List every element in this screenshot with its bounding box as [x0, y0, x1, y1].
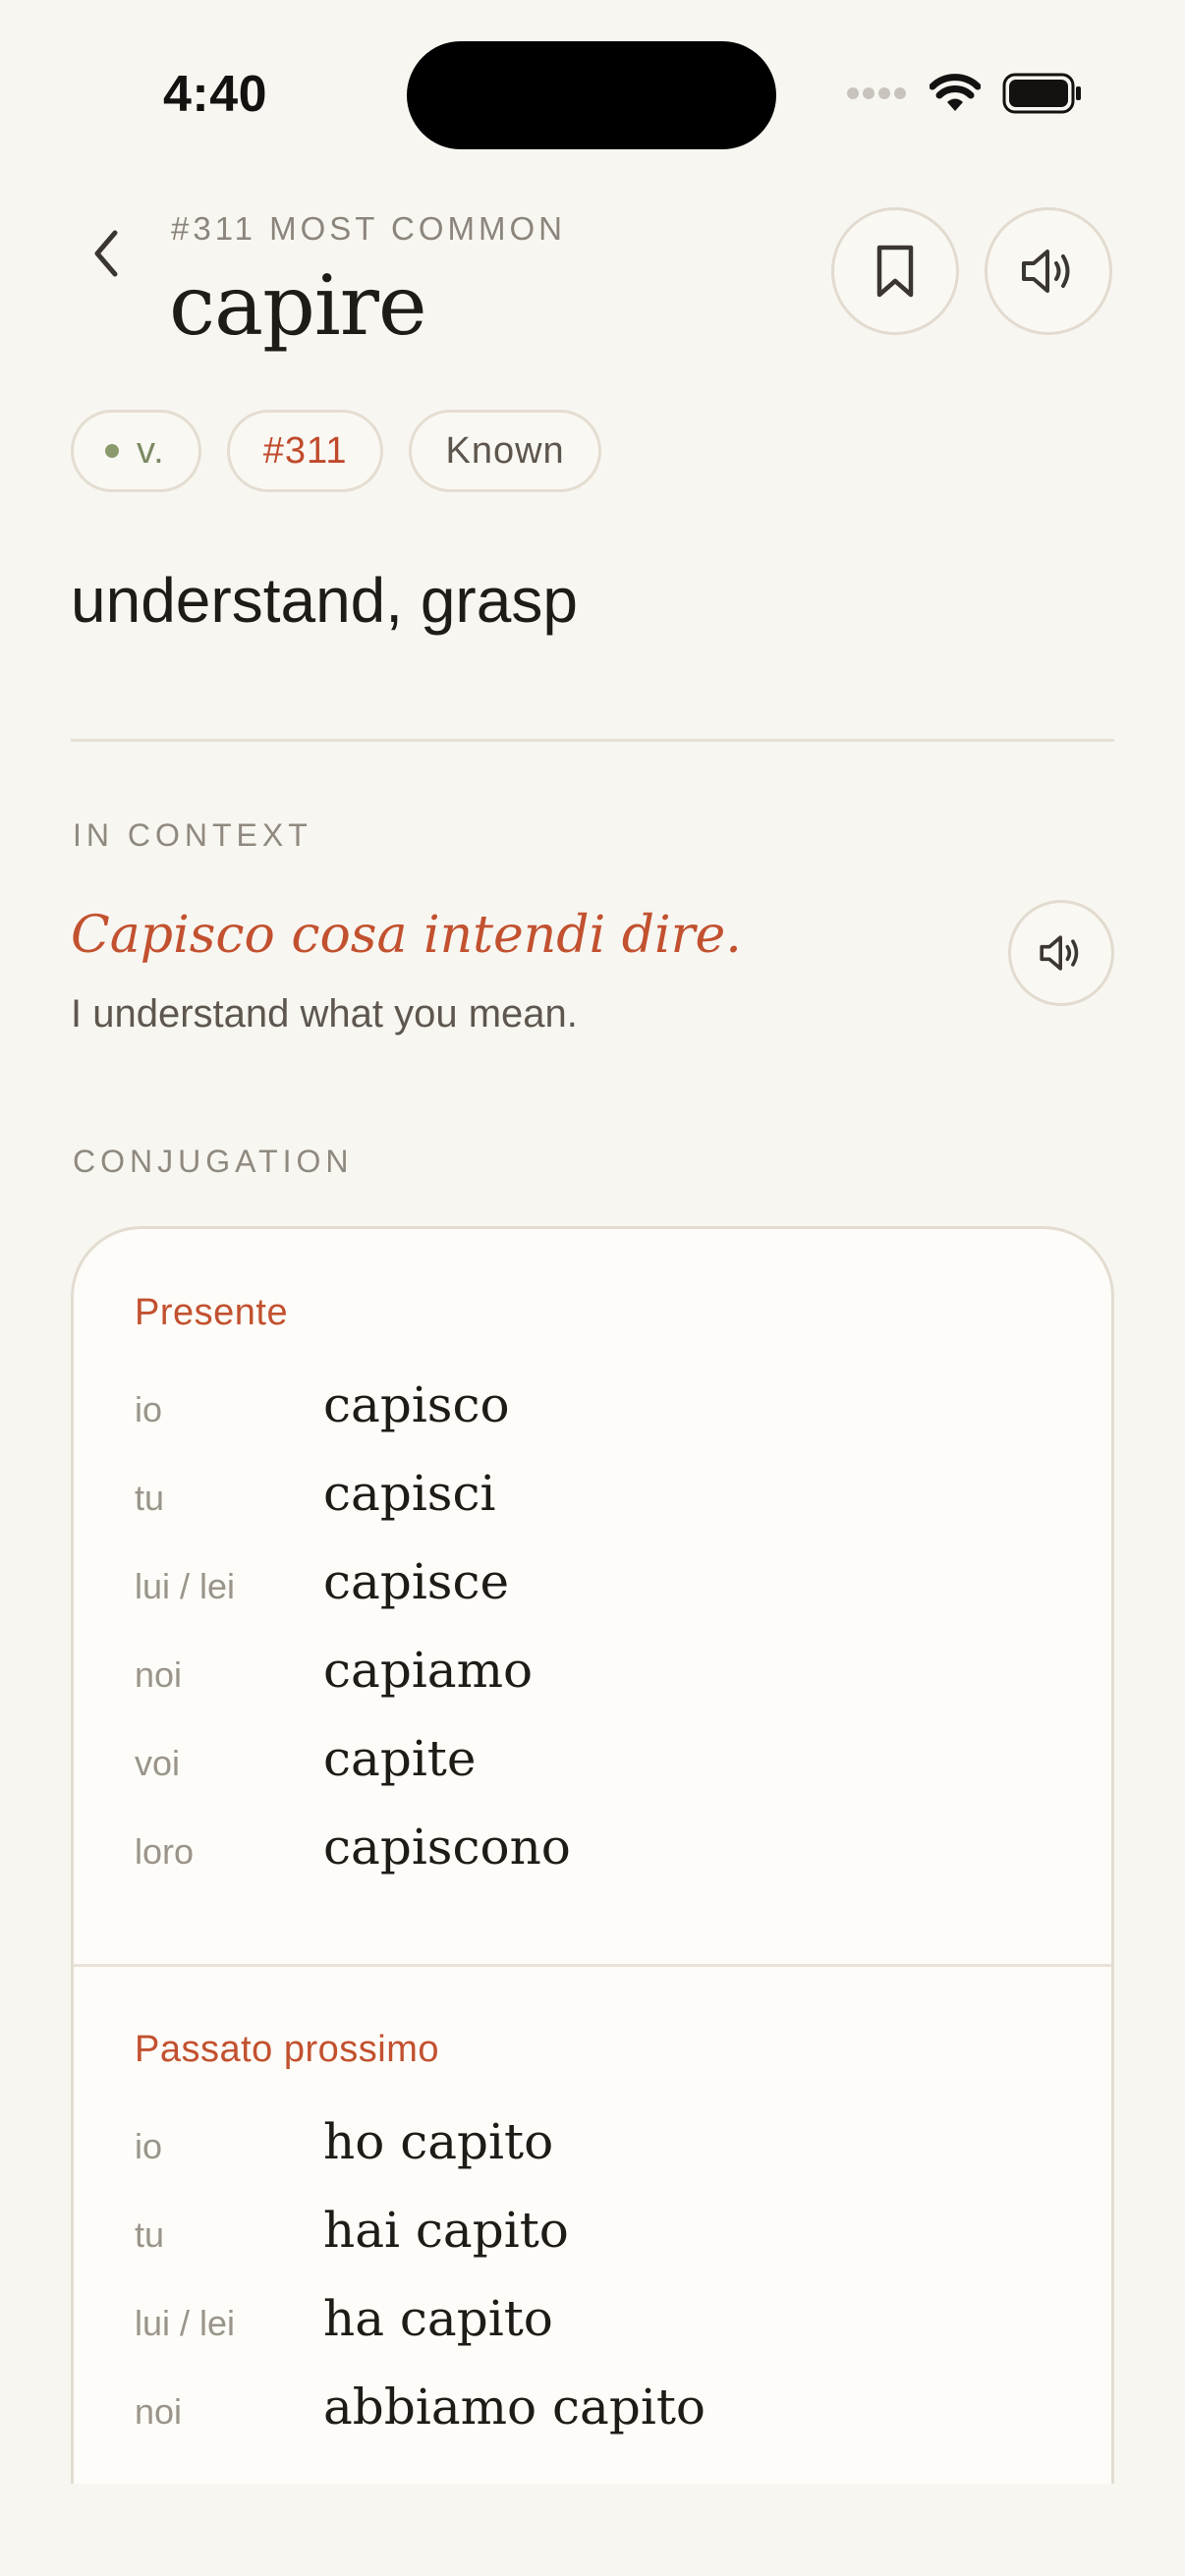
definition: understand, grasp — [71, 565, 578, 636]
pronoun: io — [135, 2126, 163, 2166]
pronoun: tu — [135, 1478, 165, 1518]
pronoun: io — [135, 1389, 163, 1429]
verb-form: ho capito — [323, 2113, 554, 2170]
word-title: capire — [169, 257, 427, 354]
conjugation-row: lui / lei capisce — [135, 1553, 509, 1610]
tense-divider — [74, 1964, 1111, 1967]
conjugation-row: tu capisci — [135, 1465, 495, 1522]
word-tags: v. #311 Known — [71, 410, 601, 492]
conjugation-row: io capisco — [135, 1376, 510, 1433]
pronounce-button[interactable] — [985, 207, 1112, 335]
wifi-icon — [930, 74, 981, 111]
verb-form: ha capito — [323, 2290, 553, 2347]
conjugation-row: loro capiscono — [135, 1819, 571, 1876]
pronoun: tu — [135, 2214, 165, 2255]
example-sentence-translation: I understand what you mean. — [71, 992, 578, 1036]
bookmark-button[interactable] — [831, 207, 959, 335]
pronoun: loro — [135, 1831, 195, 1872]
conjugation-row: io ho capito — [135, 2113, 553, 2170]
pronoun: lui / lei — [135, 1566, 236, 1606]
status-chip[interactable]: Known — [409, 410, 601, 492]
speaker-icon — [1022, 250, 1070, 293]
status-time: 4:40 — [163, 66, 268, 123]
tense-title: Passato prossimo — [135, 2029, 440, 2070]
conjugation-row: tu hai capito — [135, 2202, 569, 2259]
conjugation-section-label: CONJUGATION — [73, 1144, 354, 1179]
cellular-signal-icon — [847, 87, 906, 99]
rank-label: #311 — [262, 429, 348, 472]
back-button[interactable] — [83, 224, 130, 283]
conjugation-row: noi capiamo — [135, 1642, 533, 1699]
pronoun: lui / lei — [135, 2303, 236, 2343]
battery-icon — [1002, 73, 1081, 114]
conjugation-row: voi capite — [135, 1730, 477, 1787]
conjugation-card: Presente io capisco tu capisci lui / lei… — [71, 1226, 1114, 2484]
pronoun: voi — [135, 1743, 181, 1783]
verb-form: capisco — [323, 1376, 510, 1433]
bookmark-icon — [876, 245, 914, 298]
verb-form: hai capito — [323, 2202, 569, 2259]
word-detail-screen: 4:40 #311 MOST COMMON capire v. #311 Kno… — [0, 0, 1185, 2576]
part-of-speech-label: v. — [137, 429, 165, 472]
part-of-speech-chip: v. — [71, 410, 201, 492]
pronoun: noi — [135, 2391, 183, 2432]
verb-form: capiscono — [323, 1819, 571, 1876]
dynamic-island — [407, 41, 776, 149]
rank-chip: #311 — [226, 410, 384, 492]
example-play-button[interactable] — [1008, 900, 1114, 1006]
conjugation-row: noi abbiamo capito — [135, 2379, 705, 2436]
section-divider — [71, 739, 1114, 742]
status-label: Known — [445, 429, 565, 472]
pos-dot — [105, 444, 119, 458]
frequency-rank-label: #311 MOST COMMON — [171, 210, 567, 247]
status-icons — [847, 73, 1083, 114]
tense-title: Presente — [135, 1292, 289, 1333]
speaker-icon — [1040, 935, 1079, 971]
verb-form: abbiamo capito — [323, 2379, 706, 2436]
verb-form: capisce — [323, 1553, 510, 1610]
example-sentence-italian: Capisco cosa intendi dire. — [71, 906, 742, 965]
conjugation-row: lui / lei ha capito — [135, 2290, 553, 2347]
verb-form: capiamo — [323, 1642, 534, 1699]
pronoun: noi — [135, 1654, 183, 1695]
verb-form: capisci — [323, 1465, 496, 1522]
verb-form: capite — [323, 1730, 477, 1787]
chevron-left-icon — [94, 230, 118, 277]
context-section-label: IN CONTEXT — [73, 817, 312, 853]
